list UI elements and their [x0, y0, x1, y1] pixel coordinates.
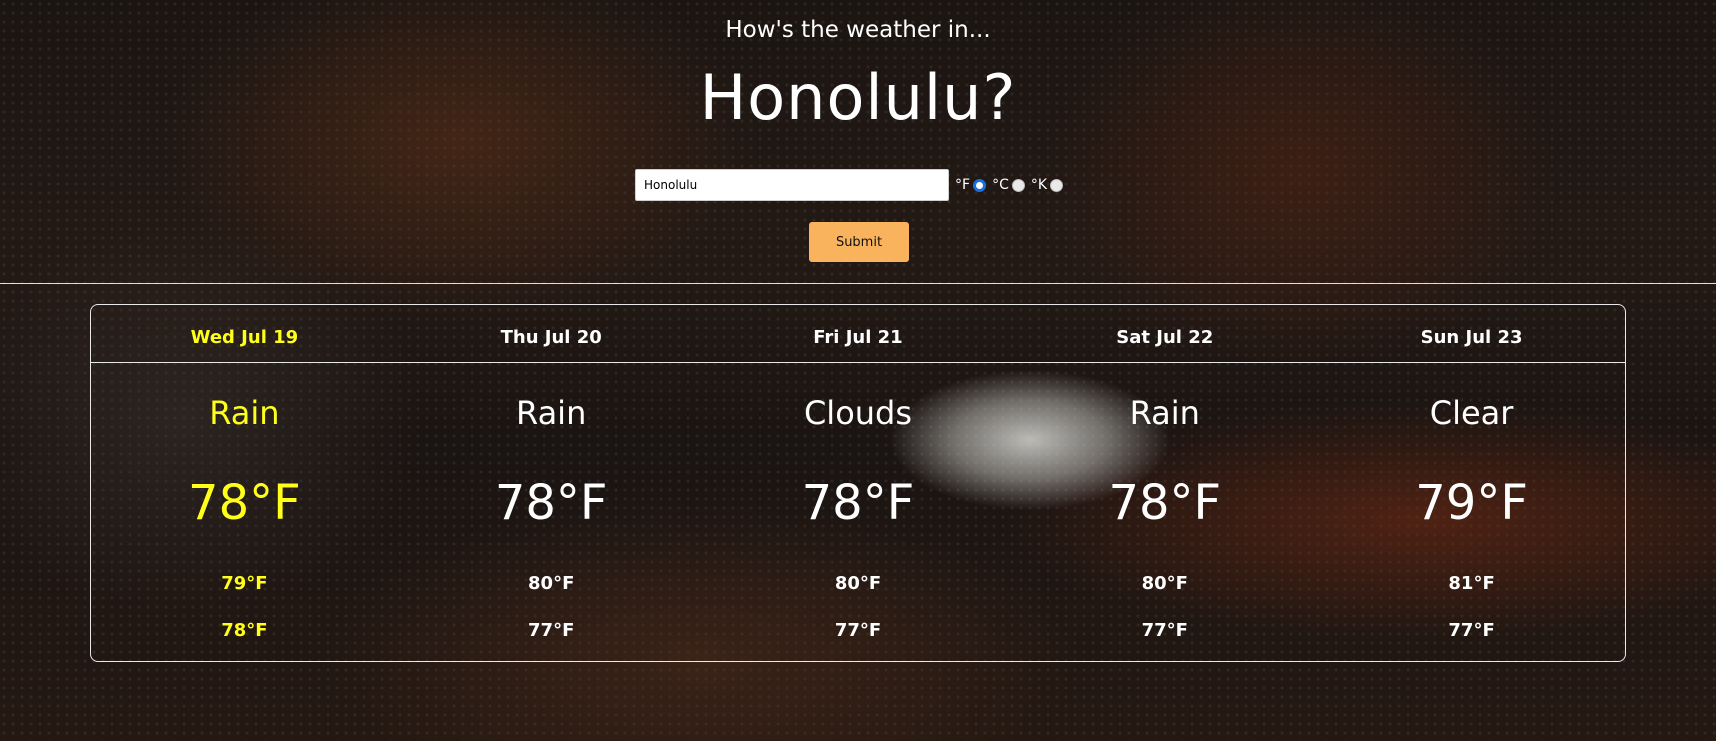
unit-radio-celsius[interactable] [1011, 178, 1025, 192]
unit-label-kelvin: °K [1030, 177, 1048, 193]
city-input[interactable] [635, 169, 949, 201]
forecast-columns: Rain 78°F 79°F 78°F Rain 78°F 80°F 77°F … [91, 363, 1625, 661]
header-divider [0, 283, 1716, 284]
page-subtitle: How's the weather in... [725, 17, 991, 43]
day-temperature: 78°F [801, 475, 915, 531]
unit-radio-kelvin[interactable] [1050, 178, 1064, 192]
day-high: 79°F [221, 573, 268, 594]
day-date: Sat Jul 22 [1116, 327, 1214, 348]
day-temperature: 78°F [1108, 475, 1222, 531]
day-date: Wed Jul 19 [190, 327, 299, 348]
unit-label-celsius: °C [992, 177, 1009, 193]
day-date: Thu Jul 20 [500, 327, 602, 348]
day-temperature: 78°F [188, 475, 301, 531]
forecast-day-column: Clouds 78°F 80°F 77°F [705, 363, 1012, 661]
day-temperature: 78°F [494, 475, 608, 531]
forecast-panel: Wed Jul 19 Thu Jul 20 Fri Jul 21 Sat Jul… [90, 304, 1626, 662]
search-form: °F °C °K [635, 168, 1064, 202]
city-title: Honolulu? [699, 61, 1017, 134]
day-condition: Rain [209, 394, 280, 432]
header: How's the weather in... Honolulu? °F °C … [0, 0, 1716, 283]
unit-option-celsius[interactable]: °C [992, 177, 1025, 193]
day-date: Fri Jul 21 [813, 327, 903, 348]
forecast-day-column: Rain 78°F 79°F 78°F [91, 363, 398, 661]
day-condition: Clear [1429, 394, 1514, 432]
day-date: Sun Jul 23 [1420, 327, 1523, 348]
day-temperature: 79°F [1415, 475, 1528, 531]
day-condition: Rain [1129, 394, 1200, 432]
day-high: 80°F [1141, 573, 1188, 594]
day-low: 77°F [528, 620, 575, 641]
unit-radio-fahrenheit[interactable] [973, 178, 987, 192]
forecast-day-column: Clear 79°F 81°F 77°F [1318, 363, 1625, 661]
submit-button[interactable]: Submit [809, 222, 909, 262]
day-high: 81°F [1448, 573, 1495, 594]
day-low: 78°F [221, 620, 268, 641]
day-low: 77°F [1141, 620, 1188, 641]
day-high: 80°F [528, 573, 575, 594]
day-condition: Clouds [803, 394, 913, 432]
unit-option-kelvin[interactable]: °K [1030, 177, 1064, 193]
unit-option-fahrenheit[interactable]: °F [955, 177, 987, 193]
day-high: 80°F [834, 573, 882, 594]
day-condition: Rain [516, 394, 587, 432]
forecast-day-column: Rain 78°F 80°F 77°F [1011, 363, 1318, 661]
forecast-day-column: Rain 78°F 80°F 77°F [398, 363, 705, 661]
forecast-date-row: Wed Jul 19 Thu Jul 20 Fri Jul 21 Sat Jul… [91, 305, 1625, 363]
day-low: 77°F [1448, 620, 1495, 641]
day-low: 77°F [834, 620, 882, 641]
unit-label-fahrenheit: °F [955, 177, 971, 193]
